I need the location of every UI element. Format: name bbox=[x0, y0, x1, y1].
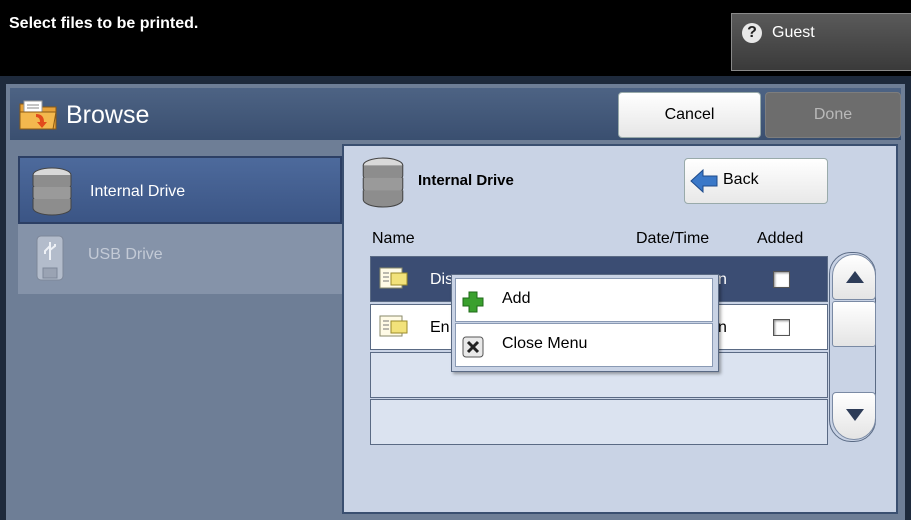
column-header-added: Added bbox=[757, 230, 804, 247]
plus-add-icon bbox=[462, 291, 484, 313]
menu-item-add[interactable]: Add bbox=[455, 278, 713, 322]
back-button[interactable]: Back bbox=[684, 158, 828, 204]
menu-item-close-menu[interactable]: Close Menu bbox=[455, 323, 713, 367]
sidebar-item-internal-drive[interactable]: Internal Drive bbox=[18, 156, 342, 224]
sidebar-item-usb-drive[interactable]: USB Drive bbox=[18, 224, 342, 294]
drive-title: Internal Drive bbox=[418, 172, 514, 189]
triangle-up-icon bbox=[846, 271, 864, 283]
sidebar-item-label: USB Drive bbox=[88, 246, 163, 263]
file-name: En bbox=[430, 319, 450, 336]
file-row-empty bbox=[370, 399, 828, 445]
triangle-down-icon bbox=[846, 409, 864, 421]
done-button[interactable]: Done bbox=[765, 92, 901, 138]
usb-drive-icon bbox=[36, 235, 64, 281]
page-title: Browse bbox=[66, 101, 150, 129]
column-header-name[interactable]: Name bbox=[372, 230, 415, 248]
file-date: n bbox=[718, 319, 727, 336]
help-question-icon: ? bbox=[742, 23, 762, 43]
file-name: Dis bbox=[430, 271, 454, 288]
file-date: n bbox=[718, 271, 727, 288]
guest-label: Guest bbox=[772, 24, 815, 41]
instruction-text: Select files to be printed. bbox=[9, 15, 199, 32]
guest-button[interactable]: ? Guest bbox=[731, 13, 911, 71]
folder-browse-icon bbox=[19, 100, 57, 130]
menu-item-label: Close Menu bbox=[502, 335, 588, 352]
scroll-up-button[interactable] bbox=[832, 254, 876, 300]
document-file-icon bbox=[379, 315, 408, 337]
sidebar-item-label: Internal Drive bbox=[90, 183, 186, 200]
added-checkbox[interactable] bbox=[773, 271, 790, 288]
added-checkbox[interactable] bbox=[773, 319, 790, 336]
column-header-date[interactable]: Date/Time bbox=[636, 230, 709, 248]
back-label: Back bbox=[723, 171, 759, 188]
scrollbar-thumb[interactable] bbox=[832, 301, 876, 347]
close-x-icon bbox=[462, 336, 484, 358]
cancel-button[interactable]: Cancel bbox=[618, 92, 761, 138]
back-arrow-icon bbox=[690, 168, 718, 194]
database-drive-icon bbox=[32, 167, 72, 216]
database-drive-icon bbox=[362, 157, 404, 208]
menu-item-label: Add bbox=[502, 290, 531, 307]
scroll-down-button[interactable] bbox=[832, 392, 876, 440]
document-file-icon bbox=[379, 267, 408, 289]
